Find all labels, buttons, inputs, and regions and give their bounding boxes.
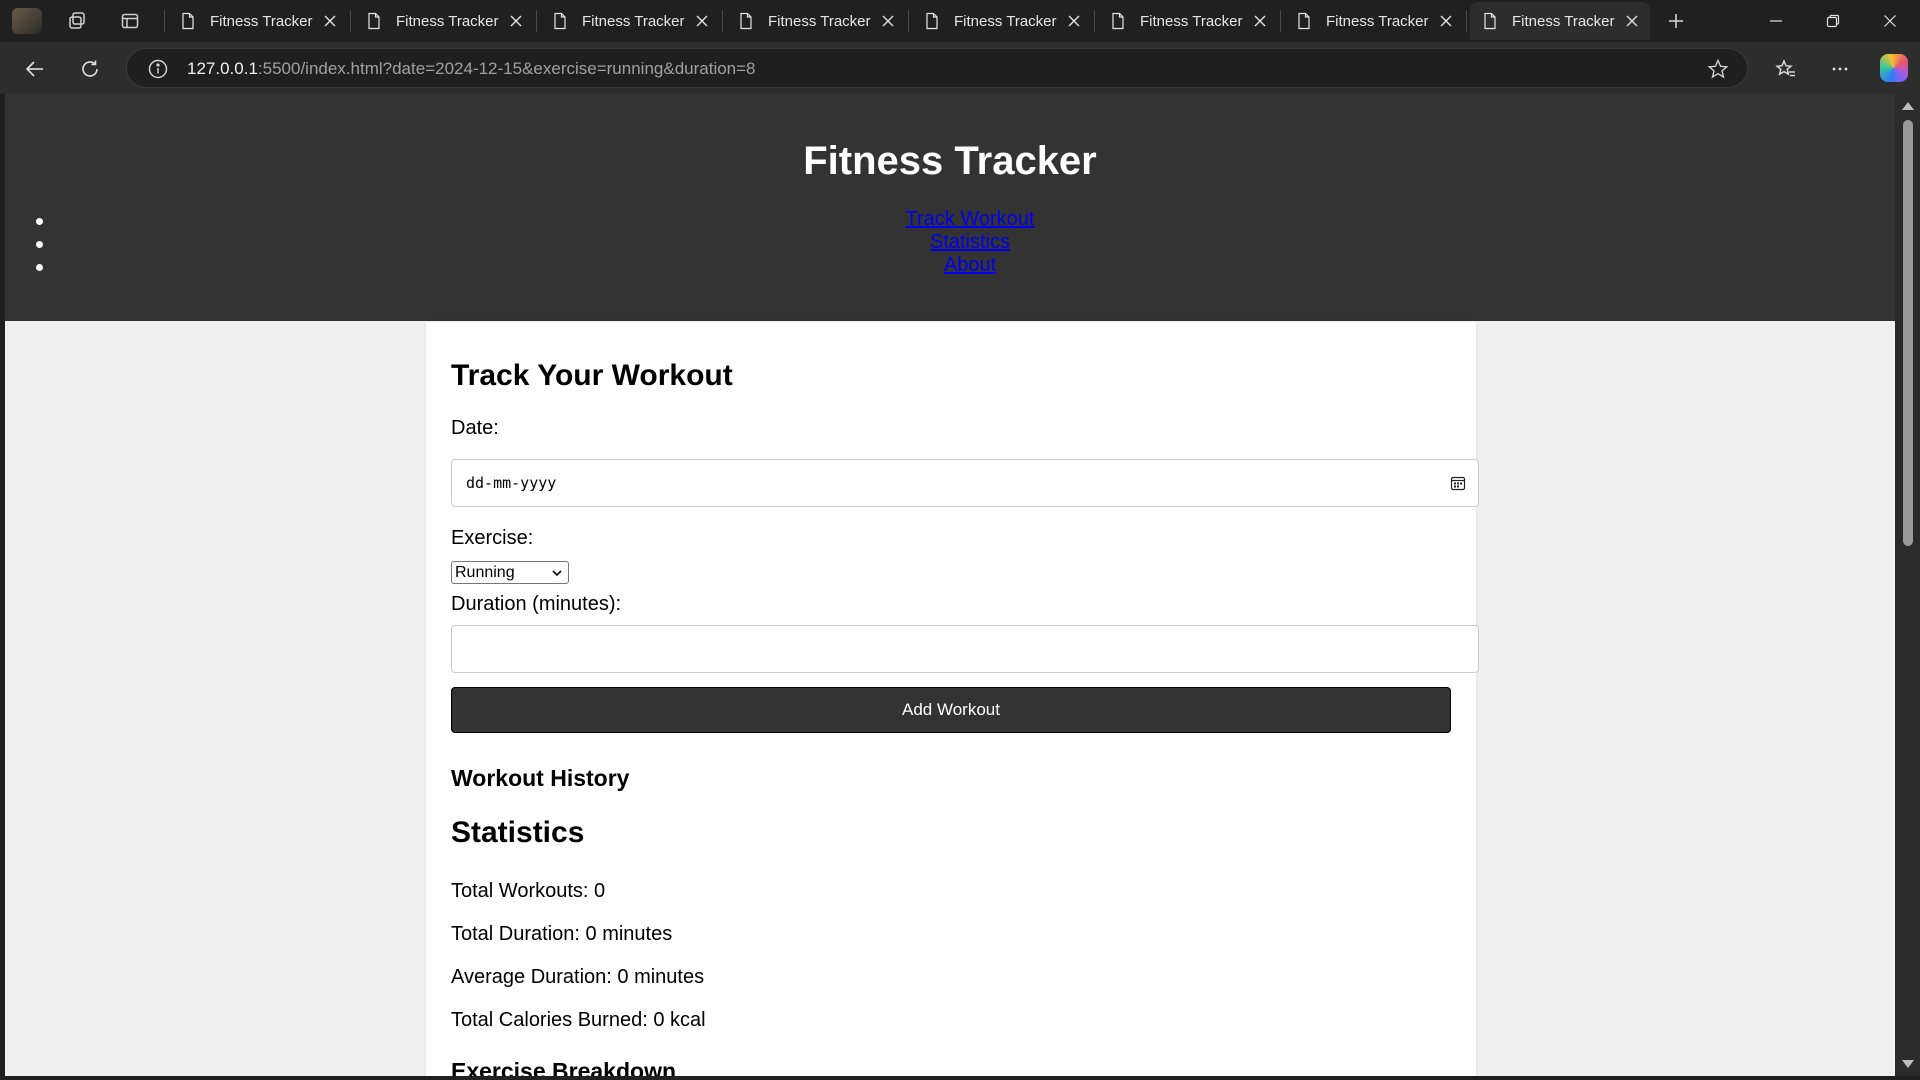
minimize-icon[interactable] (1748, 0, 1804, 42)
scroll-up-icon[interactable] (1902, 102, 1914, 110)
site-nav: Track Workout Statistics About (5, 208, 1895, 277)
total-duration: Total Duration: 0 minutes (451, 923, 673, 945)
bullet-icon (36, 241, 43, 248)
tab-title: Fitness Tracker (210, 12, 313, 30)
tab-separator (164, 10, 165, 32)
date-label: Date: (451, 417, 499, 439)
close-tab-icon[interactable] (508, 13, 524, 29)
tab-strip: Fitness Tracker Fitness Tracker Fitness Tr… (0, 0, 1920, 42)
scroll-thumb[interactable] (1903, 120, 1913, 546)
duration-input[interactable] (451, 625, 1479, 673)
tab-separator (350, 10, 351, 32)
tab-title: Fitness Tracker (1326, 12, 1429, 30)
profile-avatar[interactable] (12, 8, 42, 34)
nav-item-statistics: Statistics (5, 231, 1895, 254)
total-calories: Total Calories Burned: 0 kcal (451, 1009, 706, 1031)
bullet-icon (36, 218, 43, 225)
close-window-icon[interactable] (1862, 0, 1918, 42)
workout-card: Track Your Workout Date: dd-mm-yyyy Exer… (426, 322, 1479, 1076)
date-placeholder: dd-mm-yyyy (466, 474, 557, 492)
page-scrollbar[interactable] (1895, 94, 1920, 1076)
address-bar[interactable]: 127.0.0.1:5500/index.html?date=2024-12-1… (126, 48, 1748, 88)
nav-item-about: About (5, 254, 1895, 277)
average-duration: Average Duration: 0 minutes (451, 966, 705, 988)
tab-title: Fitness Tracker (1140, 12, 1243, 30)
nav-link-statistics[interactable]: Statistics (930, 231, 1010, 253)
more-menu-icon[interactable] (1825, 54, 1855, 84)
chevron-down-icon (552, 570, 562, 577)
calendar-icon[interactable] (1450, 475, 1466, 491)
nav-link-about[interactable]: About (944, 254, 996, 276)
browser-tab[interactable]: Fitness Tracker (168, 2, 348, 40)
close-tab-icon[interactable] (1066, 13, 1082, 29)
site-header: Fitness Tracker Track Workout Statistics… (5, 94, 1895, 321)
page-viewport: Fitness Tracker Track Workout Statistics… (5, 94, 1895, 1076)
scroll-down-icon[interactable] (1902, 1060, 1914, 1068)
document-icon (368, 12, 380, 30)
document-icon (1484, 12, 1496, 30)
url-path: :5500/index.html?date=2024-12-15&exercis… (257, 59, 756, 78)
back-icon[interactable] (20, 54, 50, 84)
duration-label: Duration (minutes): (451, 593, 622, 615)
tab-separator (1094, 10, 1095, 32)
url-host: 127.0.0.1 (187, 59, 258, 78)
copilot-icon[interactable] (1880, 54, 1908, 82)
document-icon (1298, 12, 1310, 30)
tab-separator (1280, 10, 1281, 32)
browser-tab[interactable]: Fitness Tracker (1098, 2, 1278, 40)
close-tab-icon[interactable] (1252, 13, 1268, 29)
bullet-icon (36, 264, 43, 271)
browser-tab[interactable]: Fitness Tracker (1284, 2, 1464, 40)
workout-history-heading: Workout History (451, 765, 630, 791)
total-workouts: Total Workouts: 0 (451, 880, 606, 902)
close-tab-icon[interactable] (1624, 13, 1640, 29)
tab-title: Fitness Tracker (582, 12, 685, 30)
favorite-star-icon[interactable] (1707, 58, 1729, 80)
browser-tab[interactable]: Fitness Tracker (726, 2, 906, 40)
favorites-icon[interactable] (1771, 54, 1801, 84)
browser-tab[interactable]: Fitness Tracker (540, 2, 720, 40)
site-title: Fitness Tracker (803, 139, 1097, 183)
statistics-heading: Statistics (451, 816, 585, 849)
workspaces-icon[interactable] (64, 8, 90, 34)
browser-toolbar: 127.0.0.1:5500/index.html?date=2024-12-1… (0, 42, 1920, 94)
site-info-icon[interactable] (147, 58, 169, 80)
vertical-tabs-icon[interactable] (117, 8, 143, 34)
new-tab-icon[interactable] (1663, 8, 1689, 34)
close-tab-icon[interactable] (880, 13, 896, 29)
restore-icon[interactable] (1805, 0, 1861, 42)
document-icon (182, 12, 194, 30)
tab-separator (722, 10, 723, 32)
exercise-breakdown-heading: Exercise Breakdown (451, 1058, 677, 1076)
tab-separator (1466, 10, 1467, 32)
refresh-icon[interactable] (75, 54, 105, 84)
tab-title: Fitness Tracker (954, 12, 1057, 30)
document-icon (740, 12, 752, 30)
browser-tab[interactable]: Fitness Tracker (354, 2, 534, 40)
document-icon (926, 12, 938, 30)
close-tab-icon[interactable] (694, 13, 710, 29)
track-workout-heading: Track Your Workout (451, 359, 733, 392)
browser-tab[interactable]: Fitness Tracker (912, 2, 1092, 40)
browser-tab[interactable]: Fitness Tracker (1470, 2, 1650, 40)
nav-link-track-workout[interactable]: Track Workout (906, 208, 1035, 230)
tab-title: Fitness Tracker (768, 12, 871, 30)
tab-title: Fitness Tracker (1512, 12, 1615, 30)
exercise-label: Exercise: (451, 527, 534, 549)
document-icon (554, 12, 566, 30)
tab-title: Fitness Tracker (396, 12, 499, 30)
close-tab-icon[interactable] (322, 13, 338, 29)
tab-separator (908, 10, 909, 32)
document-icon (1112, 12, 1124, 30)
tab-separator (536, 10, 537, 32)
nav-item-track-workout: Track Workout (5, 208, 1895, 231)
add-workout-button[interactable]: Add Workout (451, 687, 1451, 733)
url-text: 127.0.0.1:5500/index.html?date=2024-12-1… (187, 59, 756, 79)
close-tab-icon[interactable] (1438, 13, 1454, 29)
date-input[interactable]: dd-mm-yyyy (451, 459, 1479, 507)
exercise-select-value: Running (455, 564, 515, 581)
exercise-select[interactable]: Running (451, 561, 569, 584)
